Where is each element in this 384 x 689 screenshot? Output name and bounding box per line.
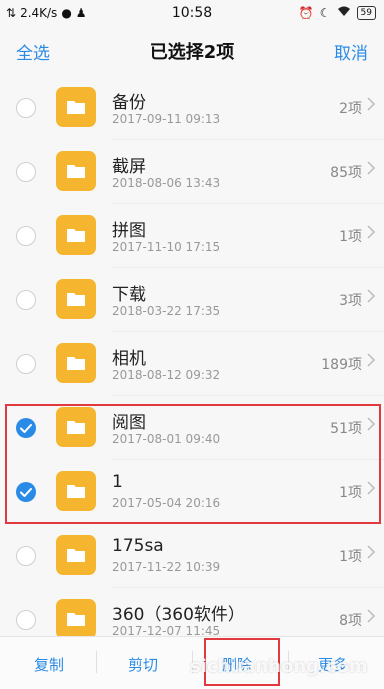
folder-icon <box>56 343 96 383</box>
item-count: 8项 <box>339 613 362 629</box>
folder-icon <box>56 599 96 639</box>
folder-date: 2017-11-10 17:15 <box>112 240 221 254</box>
folder-date: 2018-03-22 17:35 <box>112 304 221 318</box>
chevron-right-icon <box>366 160 376 176</box>
chevron-right-icon <box>366 352 376 368</box>
chevron-right-icon <box>366 224 376 240</box>
cancel-button[interactable]: 取消 <box>334 39 368 64</box>
item-count: 1项 <box>339 549 362 565</box>
folder-row[interactable]: 175sa 2017-11-22 10:39 1项 <box>0 524 384 588</box>
folder-icon <box>56 279 96 319</box>
chevron-right-icon <box>366 288 376 304</box>
chevron-right-icon <box>366 608 376 624</box>
folder-name: 拼图 <box>112 221 146 241</box>
folder-icon <box>56 535 96 575</box>
radio-button[interactable] <box>16 354 36 374</box>
folder-name: 下载 <box>112 285 146 305</box>
watermark: sichuanhong.com <box>190 656 368 677</box>
folder-name: 175sa <box>112 536 164 556</box>
folder-name: 相机 <box>112 349 146 369</box>
wifi-icon <box>337 6 351 20</box>
folder-icon <box>56 151 96 191</box>
alarm-icon: ⏰ <box>298 6 314 20</box>
folder-row[interactable]: 下载 2018-03-22 17:35 3项 <box>0 268 384 332</box>
folder-icon <box>56 87 96 127</box>
radio-button[interactable] <box>16 226 36 246</box>
status-bar: ⇅ 2.4K/s ● ♟ 10:58 ⏰ ☾ 59 <box>0 0 384 26</box>
radio-button[interactable] <box>16 290 36 310</box>
radio-button[interactable] <box>16 610 36 630</box>
folder-name: 阅图 <box>112 413 146 433</box>
folder-date: 2017-05-04 20:16 <box>112 496 221 510</box>
folder-date: 2018-08-12 09:32 <box>112 368 221 382</box>
moon-icon: ☾ <box>319 6 331 20</box>
item-count: 189项 <box>321 357 362 373</box>
status-right: ⏰ ☾ 59 <box>299 6 376 20</box>
battery-indicator: 59 <box>356 6 376 20</box>
chevron-right-icon <box>366 416 376 432</box>
selection-header: 全选 已选择2项 取消 <box>0 26 384 76</box>
folder-row[interactable]: 截屏 2018-08-06 13:43 85项 <box>0 140 384 204</box>
folder-date: 2017-09-11 09:13 <box>112 112 221 126</box>
item-count: 85项 <box>330 165 362 181</box>
select-all-button[interactable]: 全选 <box>16 39 50 64</box>
radio-button[interactable] <box>16 162 36 182</box>
folder-row[interactable]: 相机 2018-08-12 09:32 189项 <box>0 332 384 396</box>
radio-button[interactable] <box>16 546 36 566</box>
item-count: 51项 <box>330 421 362 437</box>
folder-icon <box>56 407 96 447</box>
copy-button[interactable]: 复制 <box>34 654 64 675</box>
folder-row[interactable]: 阅图 2017-08-01 09:40 51项 <box>0 396 384 460</box>
folder-name: 1 <box>112 472 123 492</box>
folder-date: 2018-08-06 13:43 <box>112 176 221 190</box>
cut-button[interactable]: 剪切 <box>128 654 158 675</box>
chevron-right-icon <box>366 480 376 496</box>
folder-date: 2017-08-01 09:40 <box>112 432 221 446</box>
divider <box>96 651 97 673</box>
folder-icon <box>56 471 96 511</box>
item-count: 1项 <box>339 485 362 501</box>
checked-radio-icon[interactable] <box>16 482 36 502</box>
folder-name: 备份 <box>112 93 146 113</box>
folder-date: 2017-11-22 10:39 <box>112 560 221 574</box>
folder-list: 备份 2017-09-11 09:13 2项截屏 2018-08-06 13:43 85… <box>0 76 384 652</box>
folder-row[interactable]: 1 2017-05-04 20:16 1项 <box>0 460 384 524</box>
page-title: 已选择2项 <box>149 42 235 63</box>
folder-name: 截屏 <box>112 157 146 177</box>
radio-button[interactable] <box>16 98 36 118</box>
checked-radio-icon[interactable] <box>16 418 36 438</box>
folder-name: 360（360软件） <box>112 605 245 625</box>
item-count: 2项 <box>339 101 362 117</box>
item-count: 3项 <box>339 293 362 309</box>
item-count: 1项 <box>339 229 362 245</box>
folder-row[interactable]: 拼图 2017-11-10 17:15 1项 <box>0 204 384 268</box>
chevron-right-icon <box>366 544 376 560</box>
chevron-right-icon <box>366 96 376 112</box>
folder-row[interactable]: 备份 2017-09-11 09:13 2项 <box>0 76 384 140</box>
folder-icon <box>56 215 96 255</box>
